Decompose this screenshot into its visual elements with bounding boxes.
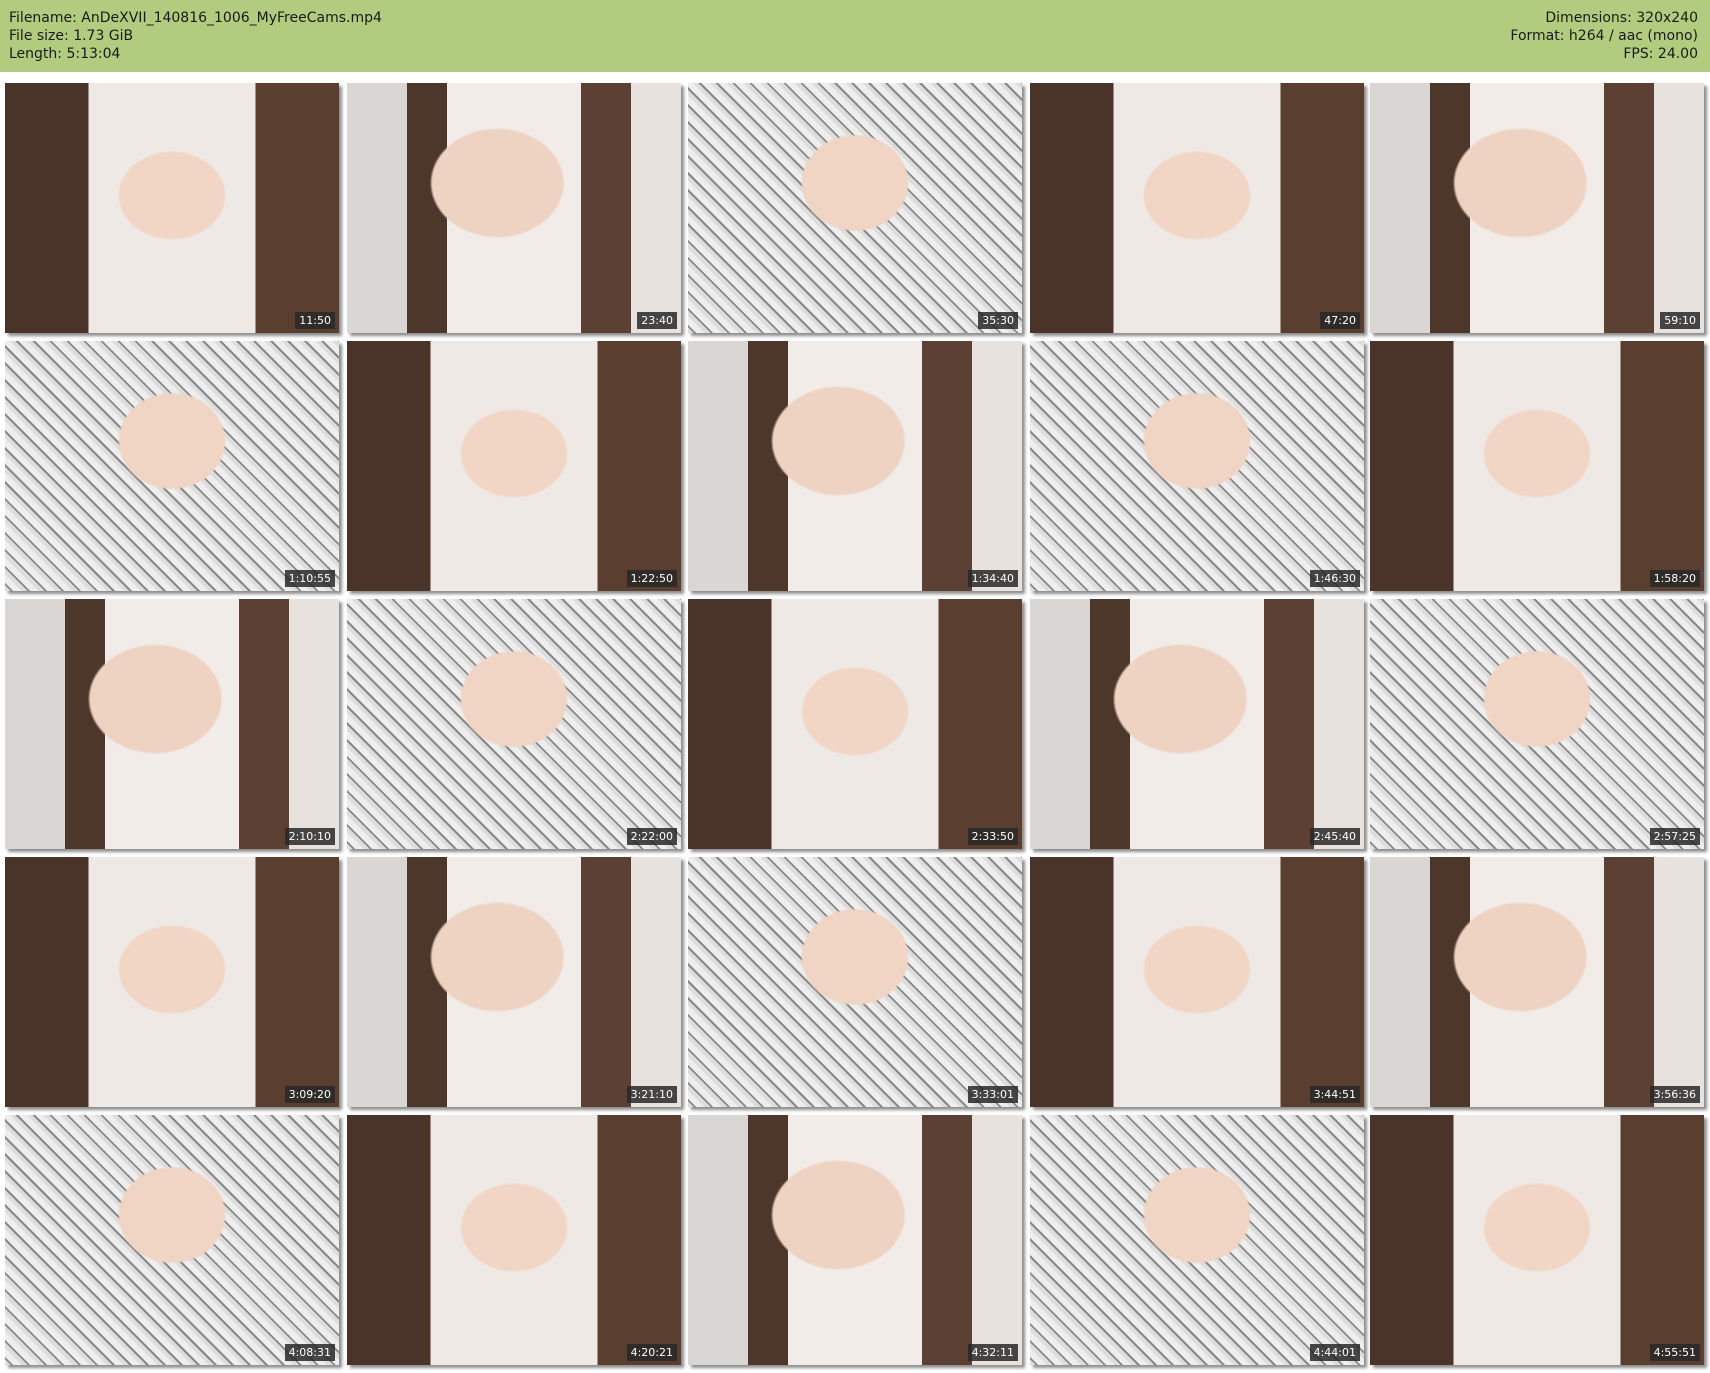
thumbnail-tile: 3:33:01 xyxy=(688,857,1022,1107)
thumbnail-tile: 3:21:10 xyxy=(347,857,681,1107)
video-frame-image xyxy=(1370,1115,1704,1365)
thumbnail-tile: 4:20:21 xyxy=(347,1115,681,1365)
timestamp-label: 4:32:11 xyxy=(967,1344,1018,1361)
video-frame-image xyxy=(688,83,1022,333)
filename-label: Filename: AnDeXVII_140816_1006_MyFreeCam… xyxy=(9,10,382,26)
timestamp-label: 4:55:51 xyxy=(1649,1344,1700,1361)
video-frame-image xyxy=(1030,341,1364,591)
timestamp-label: 23:40 xyxy=(637,312,677,329)
timestamp-label: 2:33:50 xyxy=(967,828,1018,845)
thumbnail-tile: 11:50 xyxy=(5,83,339,333)
thumbnail-tile: 3:09:20 xyxy=(5,857,339,1107)
thumbnail-tile: 2:22:00 xyxy=(347,599,681,849)
timestamp-label: 35:30 xyxy=(978,312,1018,329)
timestamp-label: 1:46:30 xyxy=(1309,570,1360,587)
thumbnail-tile: 47:20 xyxy=(1030,83,1364,333)
thumbnail-tile: 4:08:31 xyxy=(5,1115,339,1365)
thumbnail-tile: 1:22:50 xyxy=(347,341,681,591)
video-frame-image xyxy=(688,599,1022,849)
video-frame-image xyxy=(347,599,681,849)
timestamp-label: 11:50 xyxy=(295,312,335,329)
thumbnail-tile: 1:34:40 xyxy=(688,341,1022,591)
timestamp-label: 1:34:40 xyxy=(967,570,1018,587)
thumbnail-tile: 3:56:36 xyxy=(1370,857,1704,1107)
video-frame-image xyxy=(5,599,339,849)
video-frame-image xyxy=(347,1115,681,1365)
thumbnail-tile: 2:45:40 xyxy=(1030,599,1364,849)
format-label: Format: h264 / aac (mono) xyxy=(1510,28,1698,44)
timestamp-label: 3:21:10 xyxy=(626,1086,677,1103)
thumbnail-tile: 1:46:30 xyxy=(1030,341,1364,591)
file-size-label: File size: 1.73 GiB xyxy=(9,28,134,44)
timestamp-label: 1:10:55 xyxy=(284,570,335,587)
video-frame-image xyxy=(1370,599,1704,849)
video-frame-image xyxy=(688,857,1022,1107)
timestamp-label: 1:58:20 xyxy=(1649,570,1700,587)
length-label: Length: 5:13:04 xyxy=(9,46,121,62)
video-frame-image xyxy=(1030,1115,1364,1365)
thumbnail-tile: 3:44:51 xyxy=(1030,857,1364,1107)
thumbnail-tile: 59:10 xyxy=(1370,83,1704,333)
video-frame-image xyxy=(347,857,681,1107)
thumbnail-tile: 35:30 xyxy=(688,83,1022,333)
timestamp-label: 3:56:36 xyxy=(1649,1086,1700,1103)
video-frame-image xyxy=(1370,83,1704,333)
timestamp-label: 2:57:25 xyxy=(1649,828,1700,845)
timestamp-label: 4:44:01 xyxy=(1309,1344,1360,1361)
timestamp-label: 4:20:21 xyxy=(626,1344,677,1361)
video-frame-image xyxy=(5,1115,339,1365)
timestamp-label: 2:10:10 xyxy=(284,828,335,845)
video-frame-image xyxy=(1030,83,1364,333)
thumbnail-tile: 4:44:01 xyxy=(1030,1115,1364,1365)
thumbnail-tile: 4:55:51 xyxy=(1370,1115,1704,1365)
thumbnail-tile: 1:10:55 xyxy=(5,341,339,591)
thumbnail-tile: 2:57:25 xyxy=(1370,599,1704,849)
video-frame-image xyxy=(5,341,339,591)
video-frame-image xyxy=(5,83,339,333)
video-frame-image xyxy=(1370,341,1704,591)
timestamp-label: 1:22:50 xyxy=(626,570,677,587)
video-frame-image xyxy=(347,341,681,591)
timestamp-label: 4:08:31 xyxy=(284,1344,335,1361)
video-frame-image xyxy=(347,83,681,333)
thumbnail-tile: 4:32:11 xyxy=(688,1115,1022,1365)
timestamp-label: 3:09:20 xyxy=(284,1086,335,1103)
thumbnail-tile: 2:10:10 xyxy=(5,599,339,849)
info-header: Filename: AnDeXVII_140816_1006_MyFreeCam… xyxy=(0,0,1710,72)
timestamp-label: 47:20 xyxy=(1320,312,1360,329)
timestamp-label: 3:44:51 xyxy=(1309,1086,1360,1103)
dimensions-label: Dimensions: 320x240 xyxy=(1545,10,1698,26)
file-info-right: Dimensions: 320x240 Format: h264 / aac (… xyxy=(1510,9,1698,63)
video-frame-image xyxy=(1030,857,1364,1107)
video-frame-image xyxy=(1030,599,1364,849)
video-frame-image xyxy=(1370,857,1704,1107)
thumbnail-tile: 2:33:50 xyxy=(688,599,1022,849)
timestamp-label: 59:10 xyxy=(1660,312,1700,329)
video-frame-image xyxy=(688,1115,1022,1365)
file-info-left: Filename: AnDeXVII_140816_1006_MyFreeCam… xyxy=(9,9,382,63)
fps-label: FPS: 24.00 xyxy=(1623,46,1698,62)
timestamp-label: 3:33:01 xyxy=(967,1086,1018,1103)
timestamp-label: 2:45:40 xyxy=(1309,828,1360,845)
video-frame-image xyxy=(688,341,1022,591)
thumbnail-tile: 1:58:20 xyxy=(1370,341,1704,591)
thumbnail-tile: 23:40 xyxy=(347,83,681,333)
video-frame-image xyxy=(5,857,339,1107)
timestamp-label: 2:22:00 xyxy=(626,828,677,845)
